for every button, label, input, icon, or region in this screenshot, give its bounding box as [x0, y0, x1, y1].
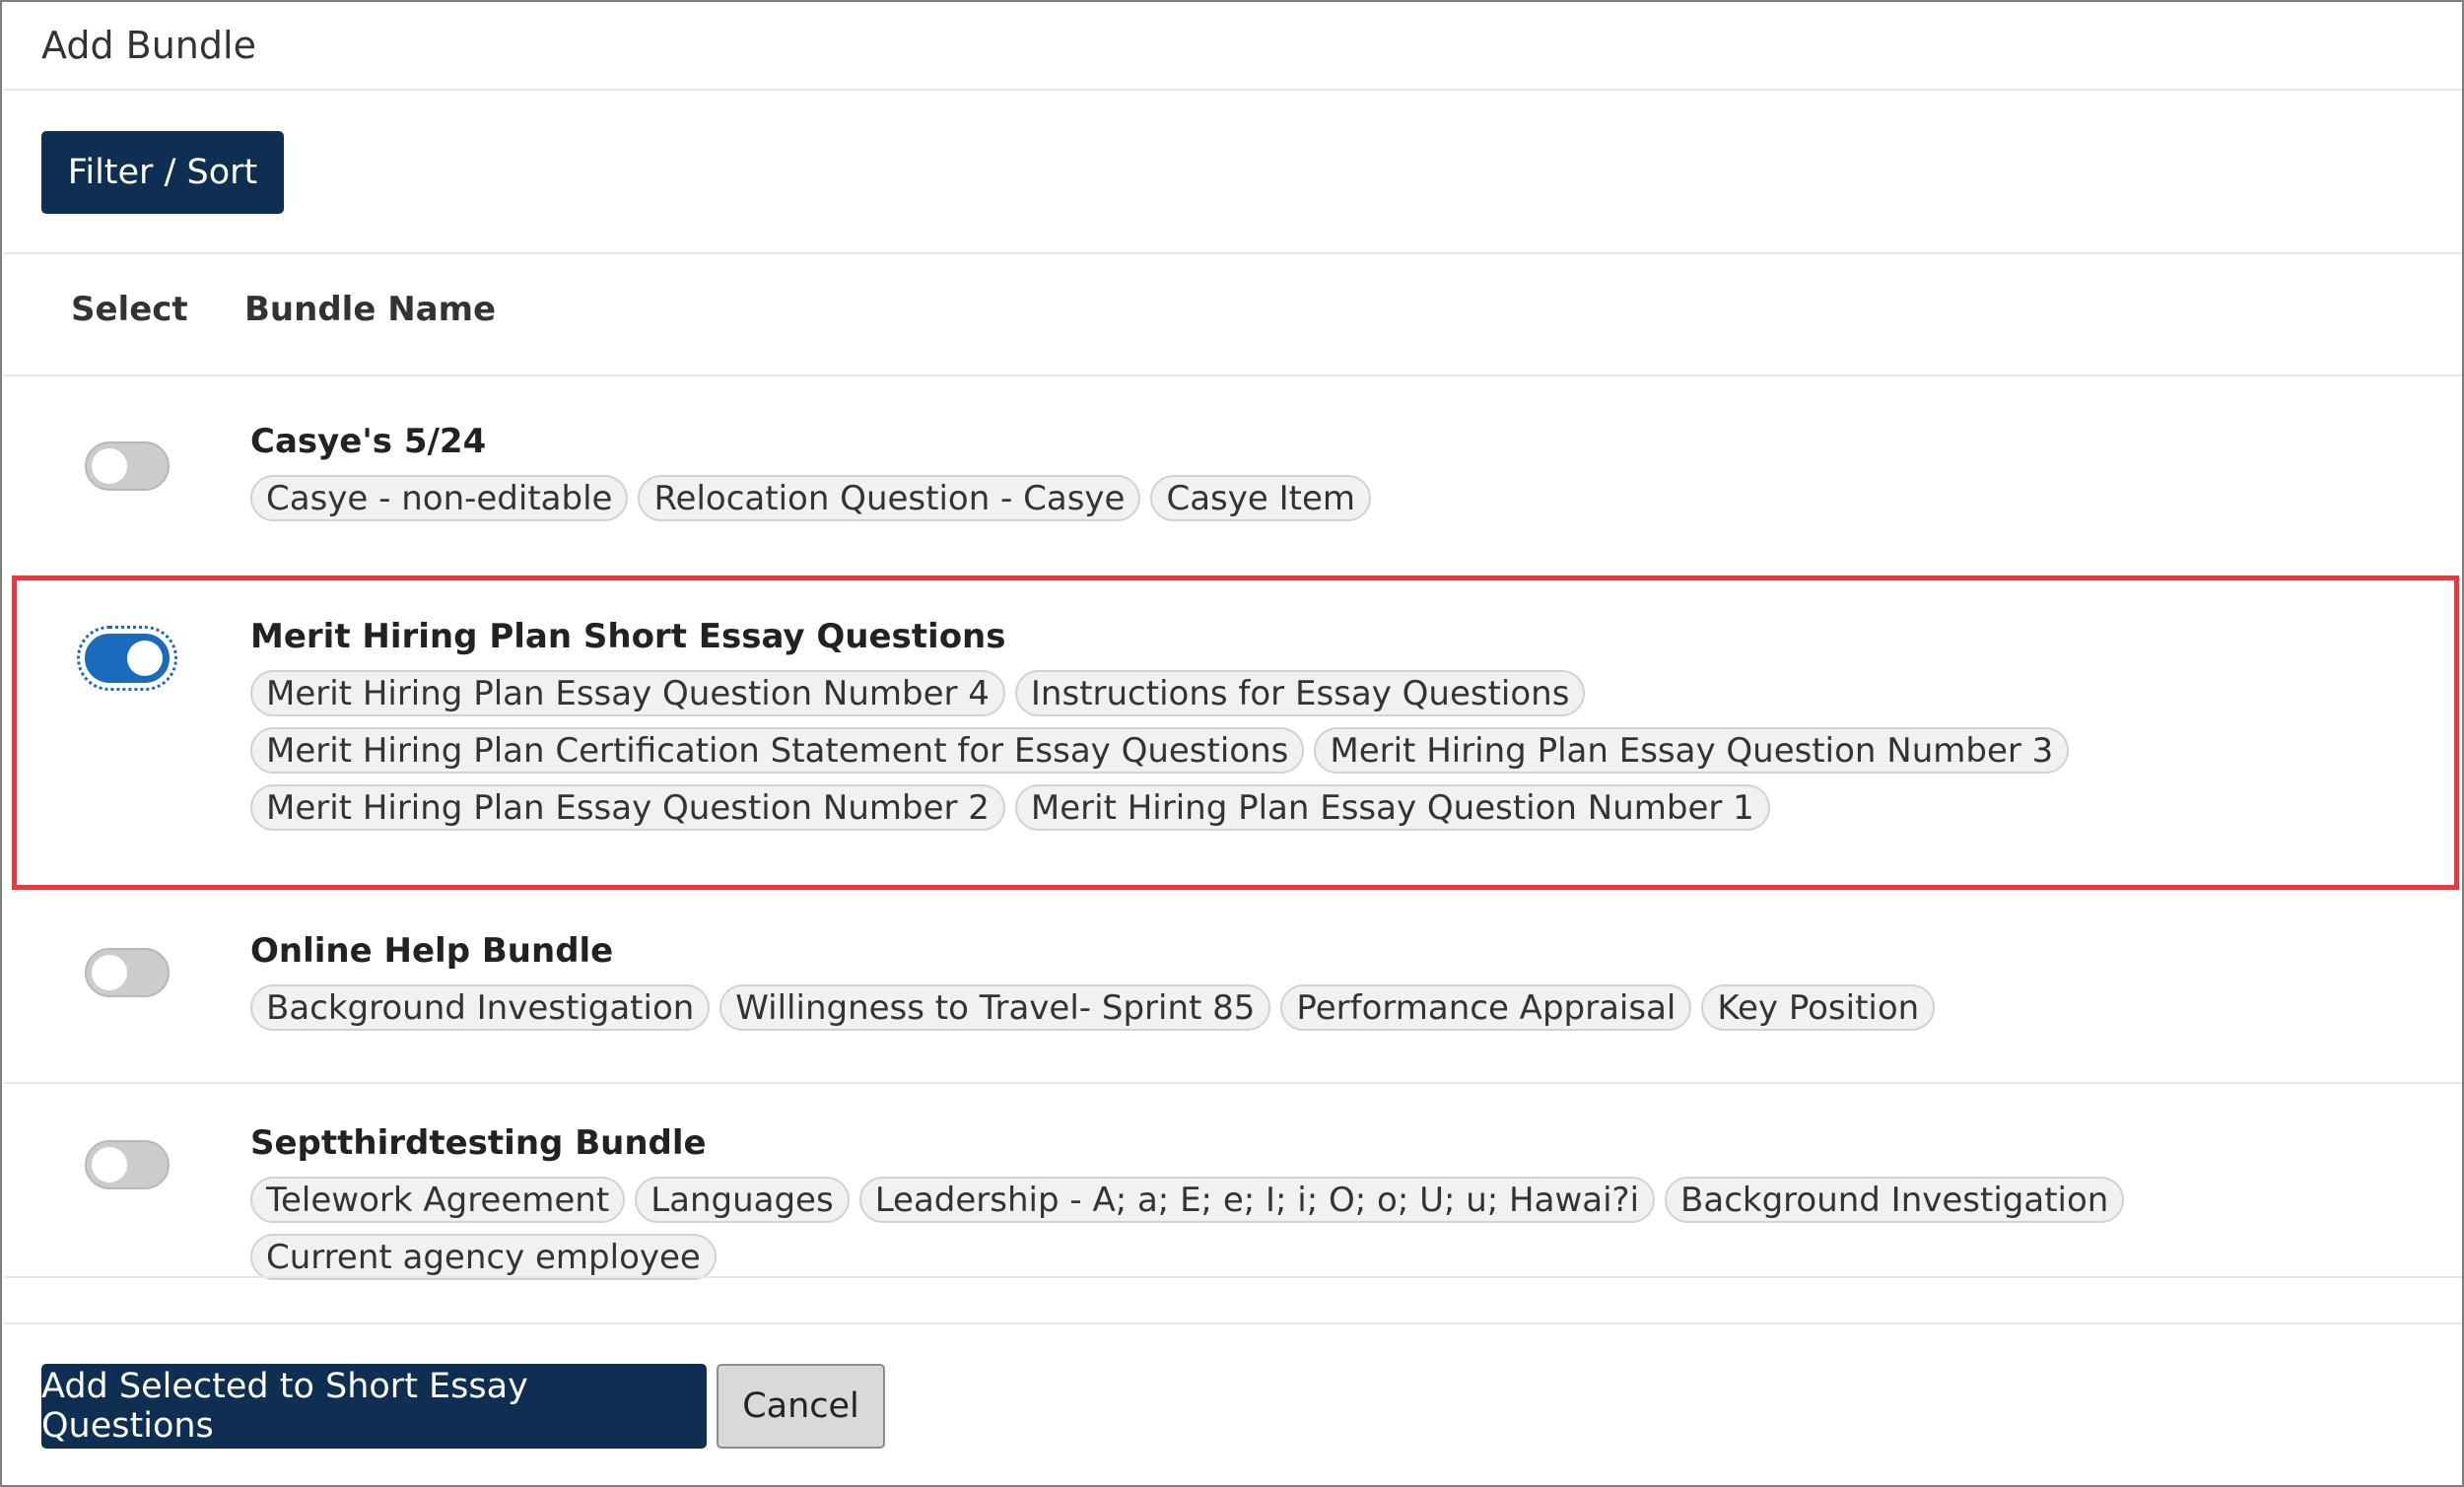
- select-toggle[interactable]: [85, 1140, 170, 1189]
- bundle-items: Telework Agreement Languages Leadership …: [250, 1177, 2442, 1280]
- bundle-name: Casye's 5/24: [250, 422, 487, 461]
- bundle-name: Online Help Bundle: [250, 931, 614, 971]
- bundle-item-tag: Performance Appraisal: [1280, 984, 1692, 1031]
- bundle-item-tag: Leadership - A; a; E; e; I; i; O; o; U; …: [858, 1177, 1656, 1223]
- highlight-box: [12, 575, 2459, 890]
- cancel-button[interactable]: Cancel: [717, 1364, 885, 1449]
- column-header-select: Select: [71, 290, 188, 329]
- bundle-item-tag: Key Position: [1701, 984, 1936, 1031]
- bundle-item-tag: Casye Item: [1150, 475, 1372, 521]
- bundle-name: Septthirdtesting Bundle: [250, 1123, 707, 1163]
- bundle-item-tag: Background Investigation: [250, 984, 711, 1031]
- add-bundle-dialog: Add Bundle Filter / Sort Select Bundle N…: [0, 0, 2464, 1487]
- dialog-title: Add Bundle: [41, 24, 256, 67]
- filter-sort-button[interactable]: Filter / Sort: [41, 131, 284, 214]
- add-selected-button[interactable]: Add Selected to Short Essay Questions: [41, 1364, 707, 1449]
- bundle-item-tag: Telework Agreement: [250, 1177, 626, 1223]
- bundle-item-tag: Background Investigation: [1665, 1177, 2125, 1223]
- toggle-knob: [92, 955, 127, 990]
- table-row: Casye's 5/24 Casye - non-editable Reloca…: [4, 376, 2462, 574]
- column-header-bundle-name: Bundle Name: [244, 290, 497, 329]
- divider: [4, 1322, 2462, 1324]
- divider: [4, 89, 2462, 91]
- toggle-knob: [92, 1147, 127, 1183]
- select-toggle[interactable]: [85, 948, 170, 997]
- bundle-item-tag: Current agency employee: [250, 1234, 717, 1280]
- toggle-knob: [92, 448, 127, 484]
- table-row: Septthirdtesting Bundle Telework Agreeme…: [4, 1084, 2462, 1280]
- bundle-item-tag: Willingness to Travel- Sprint 85: [719, 984, 1271, 1031]
- bundle-items: Background Investigation Willingness to …: [250, 984, 2442, 1031]
- bundle-items: Casye - non-editable Relocation Question…: [250, 475, 2442, 521]
- divider: [4, 1276, 2462, 1278]
- bundle-item-tag: Casye - non-editable: [250, 475, 629, 521]
- table-row: Online Help Bundle Background Investigat…: [4, 892, 2462, 1081]
- divider: [4, 252, 2462, 254]
- bundle-item-tag: Languages: [635, 1177, 850, 1223]
- select-toggle[interactable]: [85, 441, 170, 491]
- bundle-item-tag: Relocation Question - Casye: [638, 475, 1141, 521]
